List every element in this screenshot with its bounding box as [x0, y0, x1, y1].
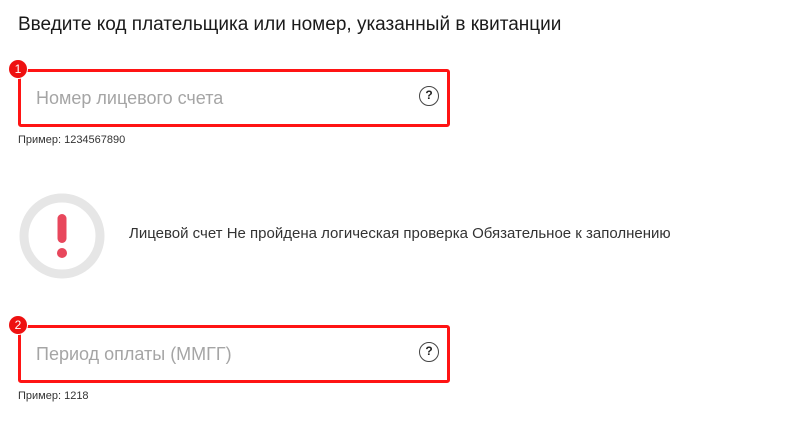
payment-period-help-button[interactable]: ?	[419, 342, 439, 362]
account-number-group: 1 ? Пример: 1234567890	[9, 60, 450, 147]
payment-period-input[interactable]	[36, 328, 406, 380]
account-number-hint: Пример: 1234567890	[18, 134, 126, 146]
error-message: Лицевой счет Не пройдена логическая пров…	[129, 225, 671, 242]
account-number-help-button[interactable]: ?	[419, 86, 439, 106]
exclamation-icon	[19, 193, 105, 279]
payment-period-group: 2 ? Пример: 1218	[9, 316, 450, 403]
payment-period-field-box: 2 ?	[9, 316, 450, 383]
payment-form-page: Введите код плательщика или номер, указа…	[0, 0, 804, 422]
payment-period-hint: Пример: 1218	[18, 390, 89, 402]
page-title: Введите код плательщика или номер, указа…	[18, 14, 562, 35]
account-number-input[interactable]	[36, 72, 406, 124]
account-number-field-box: 1 ?	[9, 60, 450, 127]
validation-error: Лицевой счет Не пройдена логическая пров…	[18, 192, 778, 282]
step-badge-1: 1	[9, 60, 27, 78]
step-badge-2: 2	[9, 316, 27, 334]
